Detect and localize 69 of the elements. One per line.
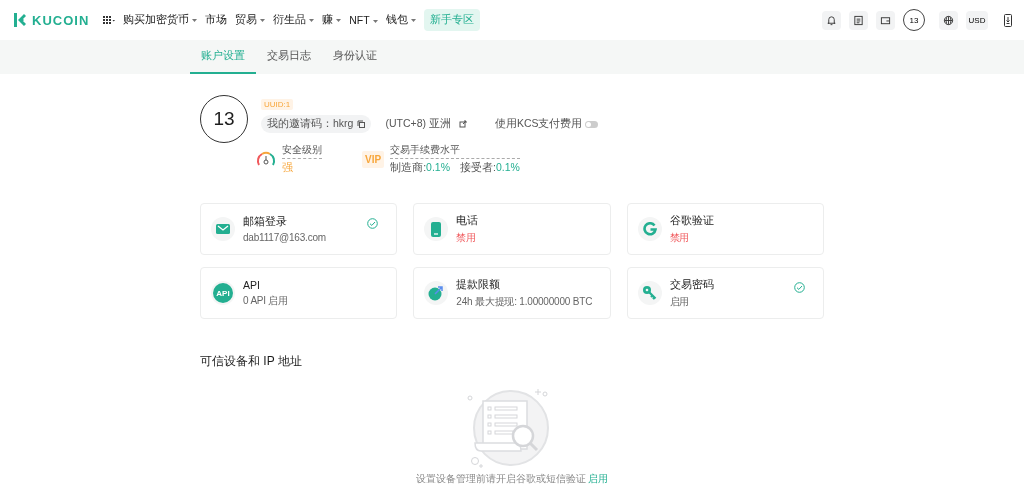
card-title: 邮箱登录: [243, 215, 287, 229]
copy-icon[interactable]: [357, 120, 366, 128]
security-card[interactable]: 交易密码 启用: [626, 267, 824, 319]
card-status: 0 API 启用: [243, 293, 289, 308]
nav-menu-item[interactable]: NFT: [349, 14, 378, 26]
security-card[interactable]: 提款限额 24h 最大提现: 1.00000000 BTC: [413, 267, 611, 319]
card-title: 谷歌验证: [669, 213, 714, 228]
maker-fee: 制造商:0.1%: [390, 161, 450, 175]
orders-button[interactable]: [849, 10, 868, 30]
card-status: 启用: [669, 294, 690, 309]
caret-icon: [410, 18, 416, 22]
user-avatar[interactable]: 13: [903, 9, 925, 31]
api-icon: API: [213, 283, 233, 303]
card-status: dab1117@163.com: [243, 232, 326, 243]
globe-icon: [943, 14, 954, 26]
apps-grid-icon[interactable]: [103, 16, 116, 24]
key-icon: [641, 285, 658, 301]
security-card[interactable]: 谷歌验证 禁用: [626, 203, 824, 255]
envelope-icon: [216, 224, 230, 234]
card-title: API: [243, 278, 260, 291]
phone-icon: [431, 221, 442, 237]
invite-code: 我的邀请码：hkrg: [261, 115, 372, 133]
card-title: 交易密码: [669, 277, 714, 292]
timezone-link[interactable]: (UTC+8) 亚洲: [385, 117, 467, 131]
security-card[interactable]: 电话 禁用: [413, 203, 611, 255]
wallet-button[interactable]: [876, 10, 895, 30]
document-icon: [853, 14, 864, 26]
tab[interactable]: 交易日志: [256, 40, 322, 74]
caret-icon: [372, 19, 378, 23]
caret-icon: [336, 18, 342, 22]
nav-menu-item[interactable]: 衍生品: [273, 13, 315, 27]
security-level-value: 强: [282, 161, 294, 175]
nav-menu-item[interactable]: 赚: [322, 13, 342, 27]
google-g-icon: [642, 222, 657, 236]
nav-menu-item[interactable]: 钱包: [385, 13, 416, 27]
uuid-badge: UUID:1: [261, 99, 294, 110]
download-icon[interactable]: [1004, 13, 1012, 27]
vip-badge: VIP: [362, 150, 385, 168]
card-title: 电话: [456, 213, 479, 228]
tab[interactable]: 身份认证: [322, 40, 388, 74]
language-button[interactable]: [939, 10, 958, 30]
external-link-icon[interactable]: [458, 120, 467, 128]
nav-menu-item[interactable]: 市场: [205, 13, 228, 27]
card-status: 禁用: [669, 230, 690, 245]
security-card[interactable]: 邮箱登录 dab1117@163.com: [200, 203, 398, 255]
check-circle-icon: [367, 218, 379, 229]
nav-menu-item[interactable]: 购买加密货币: [123, 13, 198, 27]
notification-button[interactable]: [822, 10, 841, 30]
gauge-icon: [256, 151, 276, 167]
section-title: 可信设备和 IP 地址: [200, 353, 303, 370]
empty-state-message: 设置设备管理前请开启谷歌或短信验证 启用: [415, 472, 609, 486]
check-circle-icon: [794, 282, 805, 293]
fee-level-label: 交易手续费水平: [390, 143, 520, 159]
logo-icon: [12, 12, 28, 28]
card-status: 24h 最大提现: 1.00000000 BTC: [456, 294, 593, 309]
wallet-icon: [880, 14, 891, 26]
taker-fee: 接受者:0.1%: [460, 161, 520, 175]
caret-icon: [309, 18, 315, 22]
kcs-fee-toggle[interactable]: [584, 120, 598, 128]
card-title: 提款限额: [456, 277, 501, 292]
currency-button[interactable]: USD: [966, 10, 988, 30]
bell-icon: [826, 14, 837, 26]
security-level-label: 安全级别: [282, 143, 322, 159]
caret-icon: [260, 18, 266, 22]
card-status: 禁用: [456, 230, 476, 245]
nav-menu-item[interactable]: 贸易: [235, 13, 266, 27]
security-card[interactable]: API API 0 API 启用: [200, 267, 398, 319]
kcs-fee-label: 使用KCS支付费用: [494, 117, 583, 131]
caret-icon: [192, 18, 198, 22]
